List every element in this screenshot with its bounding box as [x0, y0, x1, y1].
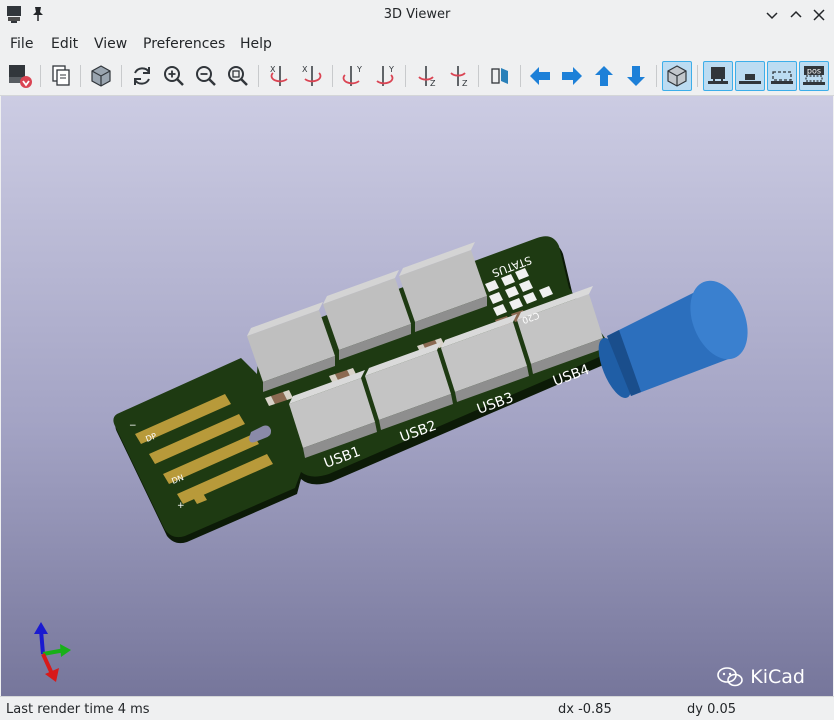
pcb-3d-model[interactable]: DP DN − + USB1 USB2 USB3 USB4 STATUS C20 [1, 96, 833, 696]
rotate-z-ccw-icon: Z [450, 66, 468, 88]
svg-text:Y: Y [388, 65, 394, 74]
rotate-z-cw-button[interactable]: Z [412, 61, 442, 91]
status-bar: Last render time 4 ms dx -0.85 dy 0.05 [0, 696, 834, 720]
show-smd-icon [739, 74, 761, 84]
svg-text:−: − [129, 421, 137, 431]
rotate-x-cw-icon: X [270, 65, 288, 86]
title-bar: 3D Viewer [0, 0, 834, 30]
show-not-in-posfile-icon: pos [803, 66, 825, 85]
dy-readout: dy 0.05 [687, 702, 737, 717]
refresh-icon [134, 67, 150, 85]
zoom-fit-button[interactable] [223, 61, 253, 91]
watermark-text: KiCad [750, 666, 805, 688]
copy-3d-image-icon [52, 65, 70, 86]
svg-text:Z: Z [430, 79, 436, 88]
zoom-in-icon [164, 66, 184, 86]
close-icon[interactable] [810, 6, 828, 24]
copy-3d-image-button[interactable] [46, 61, 76, 91]
3d-viewport[interactable]: DP DN − + USB1 USB2 USB3 USB4 STATUS C20… [1, 96, 833, 696]
zoom-in-button[interactable] [159, 61, 189, 91]
move-up-icon [595, 66, 613, 86]
rotate-y-cw-icon: Y [342, 65, 362, 86]
reload-board-button[interactable] [5, 61, 35, 91]
show-virtual-button[interactable] [767, 61, 797, 91]
window-title: 3D Viewer [383, 7, 451, 22]
zoom-out-button[interactable] [191, 61, 221, 91]
move-left-button[interactable] [525, 61, 555, 91]
render-time-status: Last render time 4 ms [6, 702, 150, 717]
wechat-icon [717, 667, 744, 687]
rotate-y-ccw-icon: Y [376, 65, 394, 86]
rotate-x-ccw-icon: X [302, 65, 322, 86]
move-left-icon [530, 67, 550, 85]
zoom-out-icon [196, 66, 216, 86]
show-virtual-icon [771, 71, 793, 84]
menu-preferences[interactable]: Preferences [143, 36, 225, 52]
move-up-button[interactable] [589, 61, 619, 91]
raytracing-button[interactable] [86, 61, 116, 91]
svg-text:X: X [302, 65, 308, 74]
show-not-in-posfile-button[interactable]: pos [799, 61, 829, 91]
reload-board-icon [9, 65, 32, 88]
minimize-icon[interactable] [763, 6, 781, 24]
show-smd-button[interactable] [735, 61, 765, 91]
flip-board-button[interactable] [485, 61, 515, 91]
raytracing-cube-icon [91, 65, 111, 87]
menu-help[interactable]: Help [240, 36, 272, 52]
show-tht-icon [708, 67, 728, 84]
menu-edit[interactable]: Edit [51, 36, 78, 52]
menu-view[interactable]: View [94, 36, 127, 52]
electrolytic-capacitor [598, 280, 748, 399]
svg-text:Y: Y [356, 65, 362, 74]
svg-text:Z: Z [462, 79, 468, 88]
orthographic-toggle-icon [667, 65, 687, 87]
rotate-x-ccw-button[interactable]: X [297, 61, 327, 91]
svg-text:+: + [177, 501, 185, 511]
axis-gizmo [34, 622, 71, 682]
orthographic-toggle-button[interactable] [662, 61, 692, 91]
move-down-button[interactable] [621, 61, 651, 91]
svg-text:pos: pos [807, 67, 821, 76]
move-right-icon [562, 67, 582, 85]
dx-readout: dx -0.85 [558, 702, 612, 717]
watermark: KiCad [716, 666, 805, 688]
show-tht-button[interactable] [703, 61, 733, 91]
maximize-icon[interactable] [787, 6, 805, 24]
rotate-y-ccw-button[interactable]: Y [371, 61, 401, 91]
rotate-z-cw-icon: Z [418, 66, 436, 88]
rotate-x-cw-button[interactable]: X [265, 61, 295, 91]
refresh-button[interactable] [127, 61, 157, 91]
rotate-z-ccw-button[interactable]: Z [444, 61, 474, 91]
move-down-icon [627, 66, 645, 86]
svg-text:X: X [270, 65, 276, 74]
flip-board-icon [491, 68, 508, 84]
toolbar: X X Y Y Z Z pos [0, 58, 834, 96]
zoom-fit-icon [228, 66, 248, 86]
menu-file[interactable]: File [10, 36, 33, 52]
rotate-y-cw-button[interactable]: Y [339, 61, 369, 91]
move-right-button[interactable] [557, 61, 587, 91]
menu-bar: File Edit View Preferences Help [0, 30, 834, 58]
